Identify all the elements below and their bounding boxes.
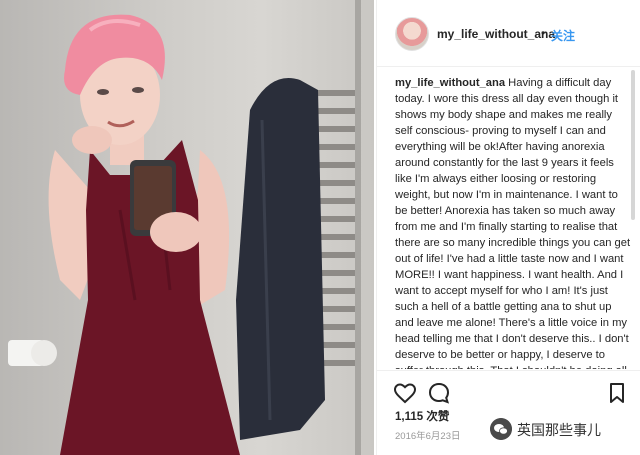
avatar[interactable]: [395, 17, 429, 51]
post-header: my_life_without_ana • 关注: [377, 0, 640, 67]
watermark-text: 英国那些事儿: [517, 422, 601, 438]
caption-text: Having a difficult day today. I wore thi…: [395, 77, 631, 369]
caption-username[interactable]: my_life_without_ana: [395, 77, 505, 89]
separator-dot: •: [541, 26, 546, 40]
wechat-icon: [490, 418, 512, 440]
scrollbar-thumb[interactable]: [631, 70, 635, 220]
post-date: 2016年6月23日: [395, 431, 461, 442]
follow-button[interactable]: 关注: [551, 27, 575, 44]
post-photo: [0, 0, 374, 455]
comment-icon[interactable]: [427, 381, 451, 405]
like-count[interactable]: 1,115 次赞: [395, 408, 449, 424]
post-sidebar: my_life_without_ana • 关注 my_life_without…: [376, 0, 640, 455]
heart-icon[interactable]: [393, 381, 417, 405]
caption-scrollbar[interactable]: [631, 70, 635, 366]
selfie-image: [8, 0, 361, 455]
bookmark-icon[interactable]: [605, 381, 629, 405]
username-link[interactable]: my_life_without_ana: [437, 27, 555, 41]
post-caption: my_life_without_ana Having a difficult d…: [395, 75, 631, 369]
